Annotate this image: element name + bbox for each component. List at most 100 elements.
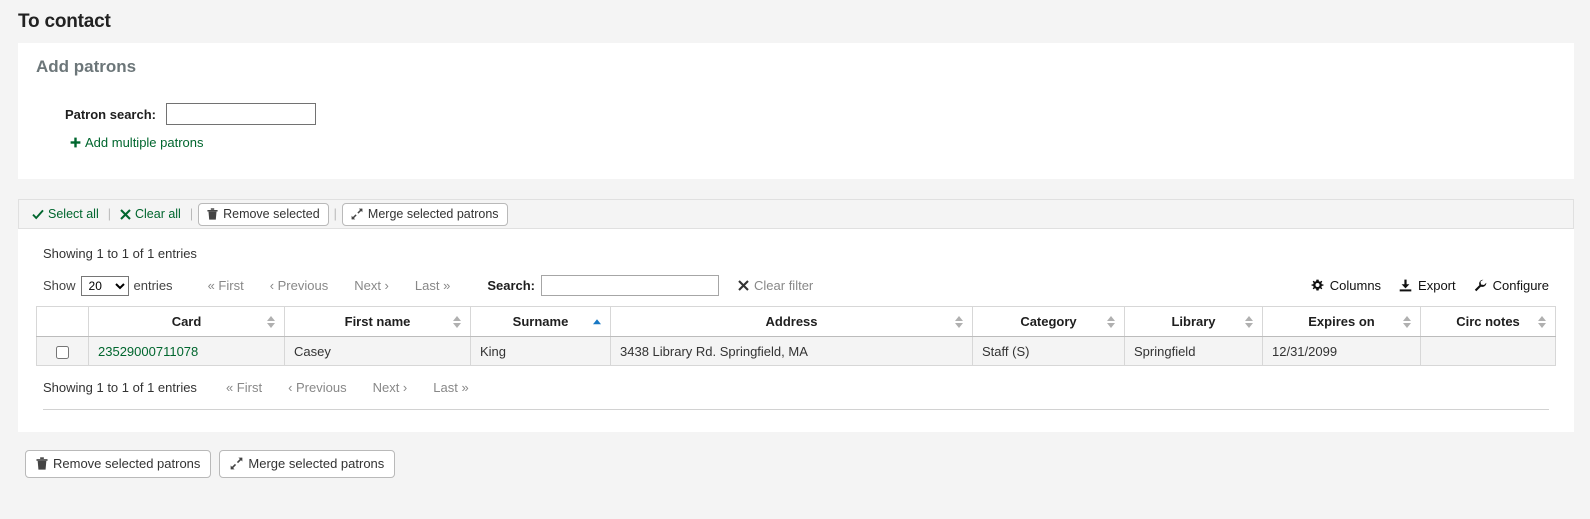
toolbar-separator-3: | bbox=[334, 207, 337, 221]
plus-icon bbox=[70, 137, 81, 148]
clear-all-link[interactable]: Clear all bbox=[116, 207, 185, 221]
merge-selected-patrons-button[interactable]: Merge selected patrons bbox=[342, 203, 508, 226]
merge-arrows-icon bbox=[230, 457, 243, 470]
pagination-first-bottom[interactable]: « First bbox=[213, 380, 275, 395]
card-number-link[interactable]: 23529000711078 bbox=[98, 344, 198, 359]
remove-selected-patrons-label: Remove selected patrons bbox=[53, 456, 200, 472]
pagination-next-bottom[interactable]: Next › bbox=[360, 380, 421, 395]
column-header-address[interactable]: Address bbox=[611, 307, 973, 337]
row-select-checkbox[interactable] bbox=[56, 346, 69, 359]
table-search-label: Search: bbox=[487, 278, 535, 293]
add-multiple-patrons-link[interactable]: Add multiple patrons bbox=[70, 135, 204, 150]
select-all-label: Select all bbox=[48, 207, 99, 221]
patron-search-label: Patron search: bbox=[36, 107, 166, 122]
cell-card: 23529000711078 bbox=[89, 337, 285, 366]
column-header-library[interactable]: Library bbox=[1125, 307, 1263, 337]
cell-category: Staff (S) bbox=[973, 337, 1125, 366]
sort-icon[interactable] bbox=[1538, 316, 1546, 328]
datatable-controls: Show 20 50 100 All entries « First ‹ Pre… bbox=[36, 275, 1556, 306]
columns-label: Columns bbox=[1330, 278, 1381, 293]
patron-search-input[interactable] bbox=[166, 103, 316, 125]
trash-icon bbox=[36, 457, 48, 470]
patron-search-row: Patron search: bbox=[36, 103, 1556, 125]
toolbar-separator-1: | bbox=[108, 207, 111, 221]
column-header-surname[interactable]: Surname bbox=[471, 307, 611, 337]
pagination-previous-bottom[interactable]: ‹ Previous bbox=[275, 380, 360, 395]
table-search-input[interactable] bbox=[541, 275, 719, 296]
column-label: Address bbox=[765, 314, 817, 329]
x-icon bbox=[120, 209, 131, 220]
selection-toolbar: Select all | Clear all | Remove selected… bbox=[18, 199, 1574, 229]
merge-selected-patrons-button-footer[interactable]: Merge selected patrons bbox=[219, 450, 395, 478]
cell-surname: King bbox=[471, 337, 611, 366]
sort-icon[interactable] bbox=[1107, 316, 1115, 328]
column-label: Card bbox=[172, 314, 202, 329]
remove-selected-patrons-button[interactable]: Remove selected patrons bbox=[25, 450, 211, 478]
table-body: 23529000711078 Casey King 3438 Library R… bbox=[37, 337, 1556, 366]
add-patrons-panel: Add patrons Patron search: Add multiple … bbox=[18, 43, 1574, 179]
pagination-last[interactable]: Last » bbox=[402, 278, 463, 293]
sort-icon[interactable] bbox=[955, 316, 963, 328]
entries-label: entries bbox=[134, 278, 173, 293]
wrench-icon bbox=[1474, 279, 1487, 292]
entries-info-bottom: Showing 1 to 1 of 1 entries bbox=[43, 380, 197, 395]
pagination-bottom: « First ‹ Previous Next › Last » bbox=[213, 380, 482, 395]
sort-icon-ascending[interactable] bbox=[593, 319, 601, 326]
cell-library: Springfield bbox=[1125, 337, 1263, 366]
datatable-action-buttons: Columns Export bbox=[1311, 278, 1556, 293]
column-header-category[interactable]: Category bbox=[973, 307, 1125, 337]
pagination-next[interactable]: Next › bbox=[341, 278, 402, 293]
sort-icon[interactable] bbox=[267, 316, 275, 328]
column-header-expires-on[interactable]: Expires on bbox=[1263, 307, 1421, 337]
entries-info-top: Showing 1 to 1 of 1 entries bbox=[36, 229, 1556, 275]
page-title: To contact bbox=[0, 0, 1590, 43]
download-icon bbox=[1399, 279, 1412, 292]
merge-selected-label: Merge selected patrons bbox=[368, 207, 499, 222]
pagination-first[interactable]: « First bbox=[195, 278, 257, 293]
column-header-select bbox=[37, 307, 89, 337]
table-search-control: Search: bbox=[487, 275, 719, 296]
select-all-link[interactable]: Select all bbox=[28, 207, 103, 221]
column-label: Category bbox=[1020, 314, 1076, 329]
pagination-previous[interactable]: ‹ Previous bbox=[257, 278, 342, 293]
clear-filter-label: Clear filter bbox=[754, 278, 813, 293]
merge-arrows-icon bbox=[351, 208, 363, 220]
check-icon bbox=[32, 209, 44, 220]
cell-address: 3438 Library Rd. Springfield, MA bbox=[611, 337, 973, 366]
remove-selected-button[interactable]: Remove selected bbox=[198, 203, 329, 226]
sort-icon[interactable] bbox=[453, 316, 461, 328]
column-header-first-name[interactable]: First name bbox=[285, 307, 471, 337]
table-row: 23529000711078 Casey King 3438 Library R… bbox=[37, 337, 1556, 366]
pagination-top: « First ‹ Previous Next › Last » bbox=[195, 278, 464, 293]
column-header-card[interactable]: Card bbox=[89, 307, 285, 337]
show-label: Show bbox=[43, 278, 76, 293]
patrons-table: Card First name Surname bbox=[36, 306, 1556, 366]
column-label: Expires on bbox=[1308, 314, 1374, 329]
footer-actions: Remove selected patrons Merge selected p… bbox=[0, 432, 1590, 478]
clear-filter-link[interactable]: Clear filter bbox=[738, 278, 813, 293]
trash-icon bbox=[207, 208, 218, 220]
columns-button[interactable]: Columns bbox=[1311, 278, 1381, 293]
page-length-control: Show 20 50 100 All entries bbox=[43, 276, 173, 296]
add-patrons-heading: Add patrons bbox=[36, 57, 1556, 77]
x-icon bbox=[738, 280, 749, 291]
cell-first-name: Casey bbox=[285, 337, 471, 366]
column-header-circ-notes[interactable]: Circ notes bbox=[1421, 307, 1556, 337]
sort-icon[interactable] bbox=[1403, 316, 1411, 328]
column-label: Circ notes bbox=[1456, 314, 1520, 329]
column-label: Library bbox=[1171, 314, 1215, 329]
merge-selected-patrons-label-footer: Merge selected patrons bbox=[248, 456, 384, 472]
export-label: Export bbox=[1418, 278, 1456, 293]
add-multiple-patrons-label: Add multiple patrons bbox=[85, 135, 204, 150]
export-button[interactable]: Export bbox=[1399, 278, 1456, 293]
page-length-select[interactable]: 20 50 100 All bbox=[81, 276, 129, 296]
page-root: To contact Add patrons Patron search: Ad… bbox=[0, 0, 1590, 519]
cell-circ-notes bbox=[1421, 337, 1556, 366]
pagination-last-bottom[interactable]: Last » bbox=[420, 380, 481, 395]
clear-all-label: Clear all bbox=[135, 207, 181, 221]
sort-icon[interactable] bbox=[1245, 316, 1253, 328]
column-label: First name bbox=[345, 314, 411, 329]
table-header-row: Card First name Surname bbox=[37, 307, 1556, 337]
configure-button[interactable]: Configure bbox=[1474, 278, 1549, 293]
footer-divider bbox=[43, 409, 1549, 410]
